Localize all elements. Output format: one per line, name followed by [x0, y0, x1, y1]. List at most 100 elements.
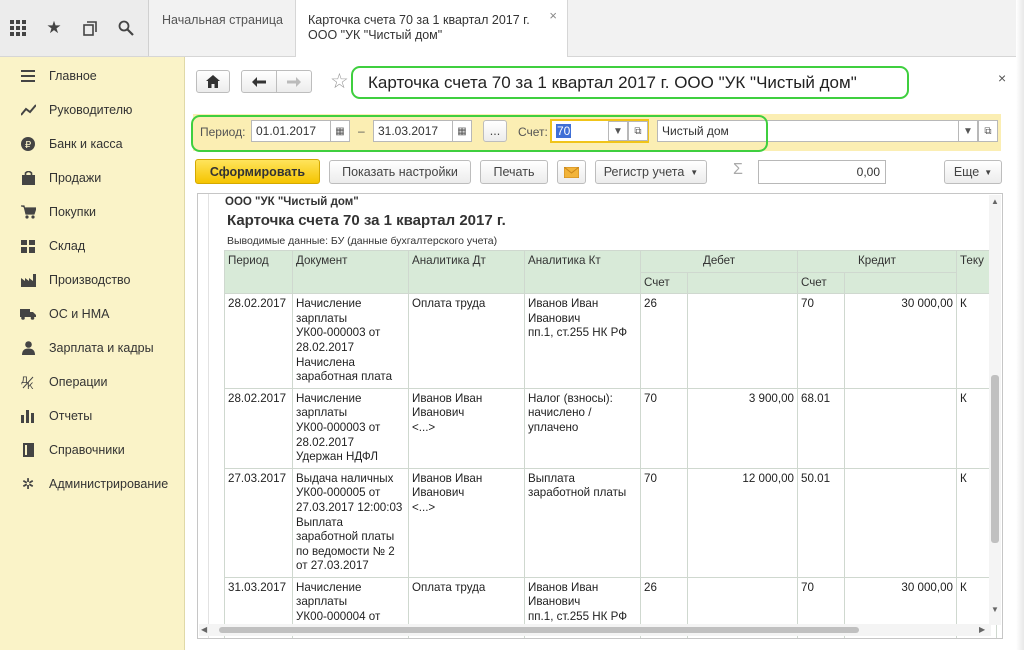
home-icon [206, 75, 220, 88]
cell-credit-account[interactable]: 68.01 [797, 387, 845, 469]
table-row[interactable]: 27.03.2017 Выдача наличных УК00-000005 от 2… [224, 467, 997, 578]
home-button[interactable] [196, 70, 230, 93]
sigma-icon: Σ [733, 161, 743, 178]
cell-analytics-dt[interactable]: Оплата труда [408, 293, 525, 389]
cell-document[interactable]: Выдача наличных УК00-000005 от 27.03.2017 … [292, 467, 409, 578]
cell-debit-account[interactable]: 70 [640, 467, 688, 578]
cell-analytics-kt[interactable]: Иванов Иван Иванович пп.1, ст.255 НК РФ [524, 293, 641, 389]
sidebar-item-main[interactable]: Главное [0, 59, 184, 93]
cell-debit-account[interactable]: 70 [640, 387, 688, 469]
table-row[interactable]: 28.02.2017 Начисление зарплаты УК00-000003 … [224, 293, 997, 389]
star-icon[interactable]: ★ [36, 0, 72, 56]
cell-credit-account[interactable]: 70 [797, 293, 845, 389]
cell-debit-account[interactable]: 26 [640, 293, 688, 389]
cell-text: начислено / [528, 406, 592, 420]
cell-date[interactable]: 28.02.2017 [224, 293, 293, 389]
scroll-up-icon[interactable]: ▲ [991, 197, 999, 206]
accounting-register-button[interactable]: Регистр учета ▼ [595, 160, 707, 184]
sidebar-item-catalogs[interactable]: Справочники [0, 433, 184, 467]
dropdown-arrow-icon: ▼ [984, 167, 993, 177]
vertical-scrollbar[interactable]: ▲ ▼ [989, 195, 1001, 625]
sidebar: Главное Руководителю ₽ Банк и касса Прод… [0, 57, 185, 650]
cell-text: 70 [644, 391, 657, 405]
cell-debit-sum[interactable] [687, 293, 798, 389]
truck-icon [20, 307, 36, 321]
cell-credit-sum[interactable] [844, 467, 957, 578]
favorite-star-icon[interactable]: ☆ [330, 69, 349, 94]
cell-date[interactable]: 27.03.2017 [224, 467, 293, 578]
sidebar-item-label: Руководителю [49, 103, 133, 117]
cell-analytics-kt[interactable]: Выплата заработной платы [524, 467, 641, 578]
cell-credit-account[interactable]: 50.01 [797, 467, 845, 578]
cell-text: 3 900,00 [748, 391, 794, 405]
tab-home[interactable]: Начальная страница [150, 0, 296, 56]
sidebar-item-operations[interactable]: ДК Операции [0, 365, 184, 399]
tab-account-card-line1: Карточка счета 70 за 1 квартал 2017 г. [308, 13, 530, 27]
cell-text: Иванов Иван [528, 297, 599, 311]
cell-document[interactable]: Начисление зарплаты УК00-000003 от 28.02.20… [292, 293, 409, 389]
print-button[interactable]: Печать [480, 160, 548, 184]
table-row[interactable]: 28.02.2017 Начисление зарплаты УК00-000003 … [224, 387, 997, 469]
title-highlight [351, 66, 909, 99]
menu-icon [20, 69, 36, 83]
sidebar-item-warehouse[interactable]: Склад [0, 229, 184, 263]
sidebar-item-purchases[interactable]: Покупки [0, 195, 184, 229]
dropdown-arrow-icon[interactable]: ▼ [958, 120, 978, 142]
sidebar-item-label: Отчеты [49, 409, 93, 423]
cell-analytics-dt[interactable]: Иванов Иван Иванович <...> [408, 467, 525, 578]
params-highlight [191, 115, 768, 152]
cell-text: Начисление [296, 580, 362, 594]
cell-text: от 27.03.2017 [296, 559, 369, 573]
cell-date[interactable]: 28.02.2017 [224, 387, 293, 469]
warehouse-icon [20, 239, 36, 253]
scroll-right-icon[interactable]: ▶ [979, 625, 985, 634]
sidebar-item-assets[interactable]: ОС и НМА [0, 297, 184, 331]
sidebar-item-sales[interactable]: Продажи [0, 161, 184, 195]
cell-text: Иванов Иван [412, 391, 483, 405]
sidebar-item-admin[interactable]: ✲ Администрирование [0, 467, 184, 501]
cell-text: 70 [801, 580, 814, 594]
show-settings-button[interactable]: Показать настройки [329, 160, 471, 184]
cell-text: 27.03.2017 [228, 471, 287, 485]
tab-close-icon[interactable]: × [549, 8, 557, 23]
sidebar-item-payroll[interactable]: Зарплата и кадры [0, 331, 184, 365]
search-icon[interactable] [108, 0, 144, 56]
grid-icon[interactable] [0, 0, 36, 56]
close-icon[interactable]: × [998, 70, 1006, 86]
cell-text: <...> [412, 500, 436, 514]
sidebar-item-manager[interactable]: Руководителю [0, 93, 184, 127]
cell-debit-sum[interactable]: 12 000,00 [687, 467, 798, 578]
cell-text: Иванович [412, 486, 465, 500]
back-button[interactable] [241, 70, 277, 93]
tab-account-card[interactable]: Карточка счета 70 за 1 квартал 2017 г. О… [296, 0, 568, 57]
forward-button[interactable] [276, 70, 312, 93]
sidebar-item-label: Администрирование [49, 477, 169, 491]
more-button[interactable]: Еще ▼ [944, 160, 1002, 184]
cell-text: УК00-000003 от [296, 420, 381, 434]
vertical-scroll-thumb[interactable] [991, 375, 999, 543]
email-button[interactable] [557, 160, 586, 184]
sidebar-item-label: Главное [49, 69, 97, 83]
cell-text: по ведомости № 2 [296, 544, 395, 558]
horizontal-scroll-thumb[interactable] [219, 627, 859, 633]
open-icon[interactable]: ⧉ [978, 120, 998, 142]
sidebar-item-label: Операции [49, 375, 108, 389]
cell-analytics-dt[interactable]: Иванов Иван Иванович <...> [408, 387, 525, 469]
sidebar-item-reports[interactable]: Отчеты [0, 399, 184, 433]
horizontal-scrollbar[interactable]: ◀ ▶ [199, 624, 991, 636]
scroll-down-icon[interactable]: ▼ [991, 605, 999, 614]
cell-analytics-kt[interactable]: Налог (взносы): начислено / уплачено [524, 387, 641, 469]
cell-document[interactable]: Начисление зарплаты УК00-000003 от 28.02.20… [292, 387, 409, 469]
cell-text: Оплата труда [412, 580, 486, 594]
cell-credit-sum[interactable] [844, 387, 957, 469]
report-area[interactable]: ООО "УК "Чистый дом" Карточка счета 70 з… [197, 193, 1003, 639]
cell-credit-sum[interactable]: 30 000,00 [844, 293, 957, 389]
cell-debit-sum[interactable]: 3 900,00 [687, 387, 798, 469]
sidebar-item-production[interactable]: Производство [0, 263, 184, 297]
history-icon[interactable] [72, 0, 108, 56]
sidebar-item-label: Банк и касса [49, 137, 123, 151]
scroll-left-icon[interactable]: ◀ [201, 625, 207, 634]
sidebar-item-bank[interactable]: ₽ Банк и касса [0, 127, 184, 161]
cell-text: УК00-000004 от [296, 610, 381, 624]
generate-button[interactable]: Сформировать [195, 159, 320, 184]
